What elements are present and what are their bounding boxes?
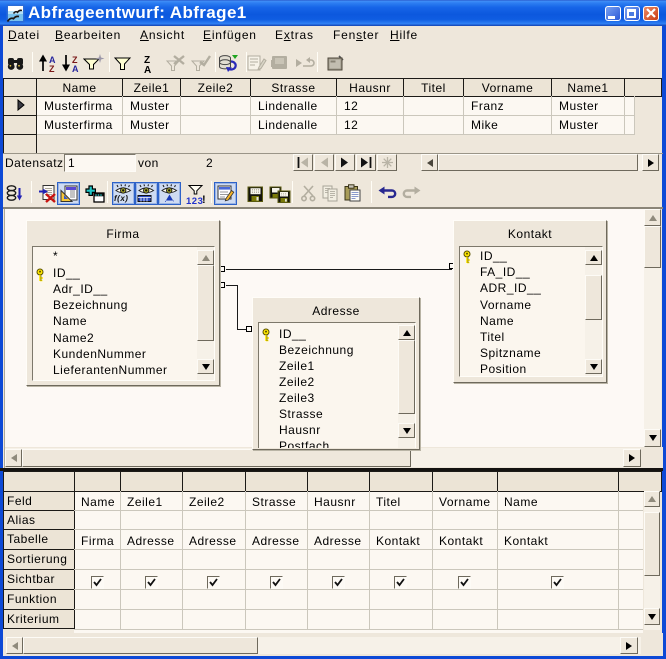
svg-text:!: ! bbox=[202, 194, 206, 206]
svg-text:Z: Z bbox=[49, 64, 55, 73]
svg-text:A: A bbox=[144, 65, 152, 74]
svg-text:123: 123 bbox=[186, 196, 203, 206]
svg-text:f(x): f(x) bbox=[114, 194, 128, 203]
svg-text:A: A bbox=[72, 64, 79, 73]
